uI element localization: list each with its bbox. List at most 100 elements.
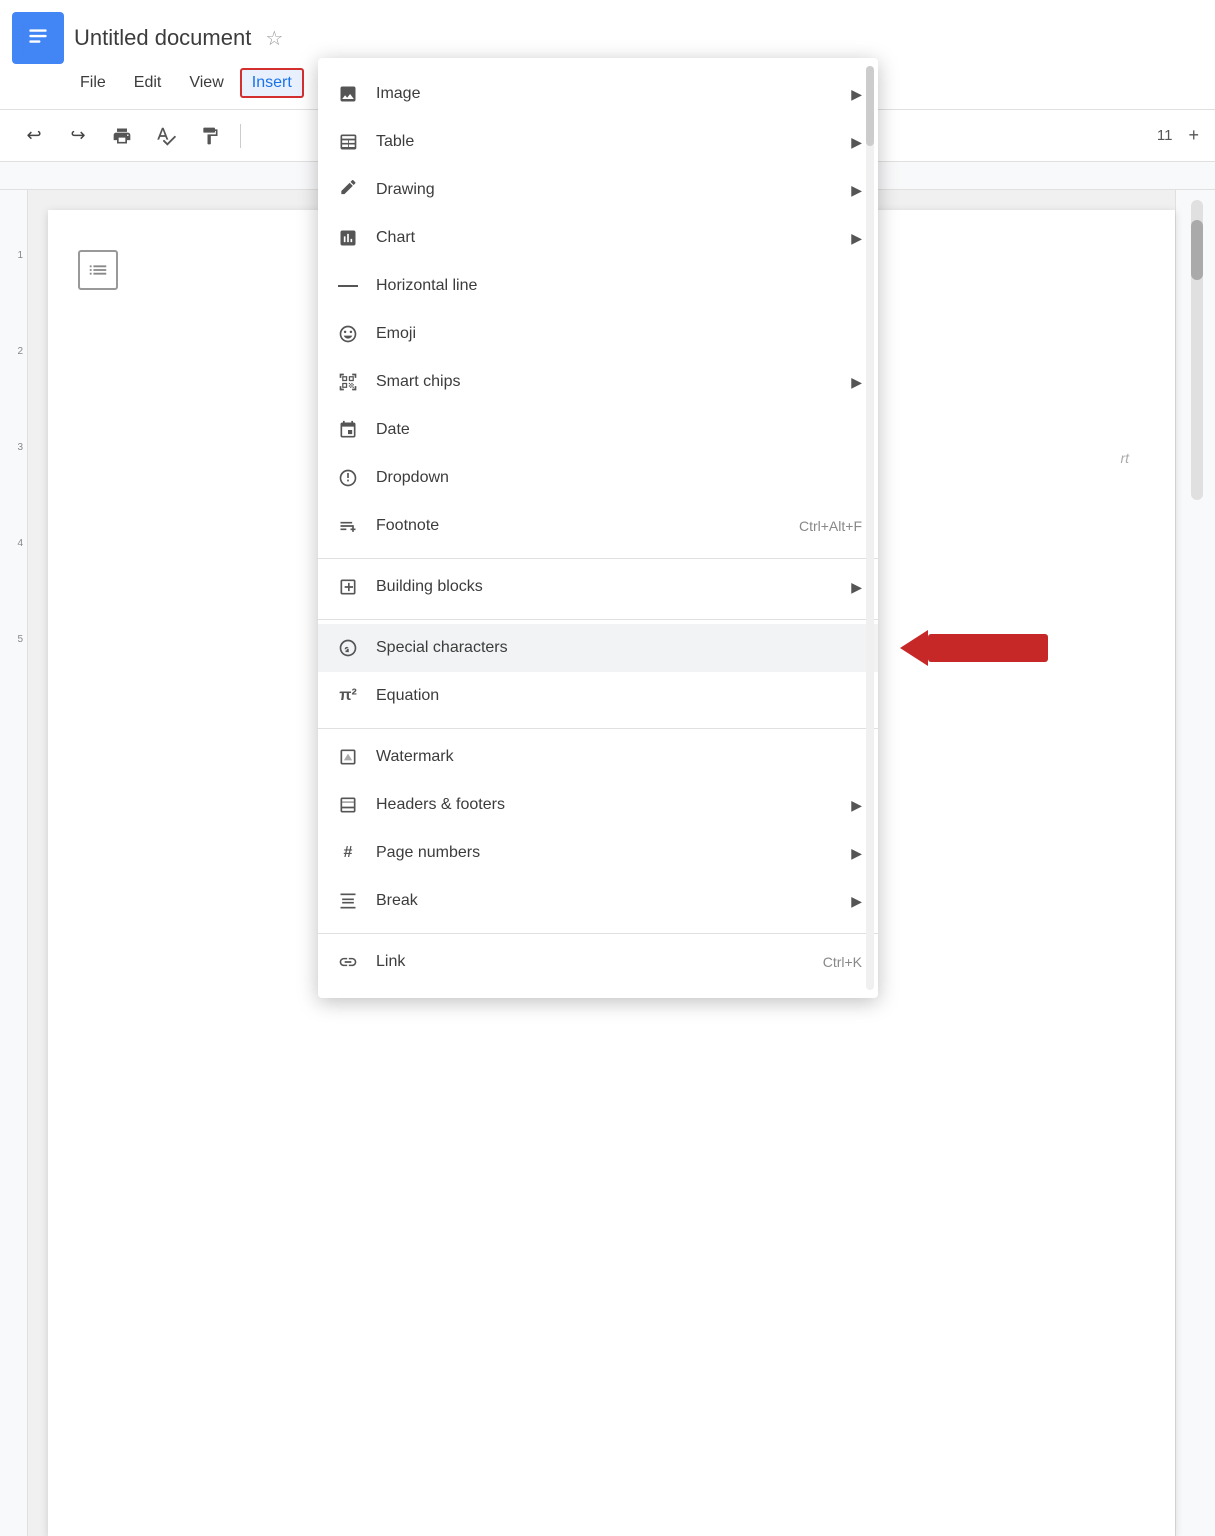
insert-footnote-item[interactable]: Footnote Ctrl+Alt+F: [318, 502, 878, 550]
link-shortcut: Ctrl+K: [823, 954, 862, 970]
scrollbar[interactable]: [1191, 200, 1203, 500]
horizontal-line-icon: [334, 272, 362, 300]
insert-watermark-item[interactable]: Watermark: [318, 733, 878, 781]
page-number-display: 11: [1157, 127, 1173, 144]
drawing-label: Drawing: [376, 181, 851, 199]
insert-image-item[interactable]: Image ▶: [318, 70, 878, 118]
annotation-arrow: [928, 634, 1048, 662]
ruler-mark-5: 5: [17, 634, 23, 645]
insert-table-item[interactable]: Table ▶: [318, 118, 878, 166]
footnote-label: Footnote: [376, 517, 799, 535]
image-label: Image: [376, 85, 851, 103]
rt-text: rt: [1120, 450, 1129, 466]
insert-equation-item[interactable]: π² Equation: [318, 672, 878, 720]
app-icon: [12, 12, 64, 64]
insert-menu-section-5: Link Ctrl+K: [318, 933, 878, 990]
headers-footers-label: Headers & footers: [376, 796, 851, 814]
image-icon: [334, 80, 362, 108]
right-panel: [1175, 190, 1215, 1536]
insert-link-item[interactable]: Link Ctrl+K: [318, 938, 878, 986]
date-label: Date: [376, 421, 862, 439]
spellcheck-button[interactable]: [148, 118, 184, 154]
insert-dropdown-menu: Image ▶ Table ▶ Drawing ▶ Chart ▶: [318, 58, 878, 998]
table-label: Table: [376, 133, 851, 151]
building-blocks-icon: [334, 573, 362, 601]
page-numbers-arrow: ▶: [851, 845, 862, 862]
insert-dropdown-item[interactable]: Dropdown: [318, 454, 878, 502]
dropdown-scrollbar-thumb[interactable]: [866, 66, 874, 146]
date-icon: [334, 416, 362, 444]
smart-chips-label: Smart chips: [376, 373, 851, 391]
left-ruler: 1 2 3 4 5: [0, 190, 28, 1536]
page-numbers-label: Page numbers: [376, 844, 851, 862]
watermark-icon: [334, 743, 362, 771]
dropdown-label: Dropdown: [376, 469, 862, 487]
building-blocks-arrow: ▶: [851, 579, 862, 596]
insert-date-item[interactable]: Date: [318, 406, 878, 454]
chart-arrow: ▶: [851, 230, 862, 247]
headers-footers-icon: [334, 791, 362, 819]
doc-content-icon: [78, 250, 118, 290]
ruler-mark-1: 1: [17, 250, 23, 261]
insert-building-blocks-item[interactable]: Building blocks ▶: [318, 563, 878, 611]
paint-format-button[interactable]: [192, 118, 228, 154]
insert-menu-section-2: Building blocks ▶: [318, 558, 878, 615]
watermark-label: Watermark: [376, 748, 862, 766]
undo-button[interactable]: ↩: [16, 118, 52, 154]
break-icon: [334, 887, 362, 915]
image-arrow: ▶: [851, 86, 862, 103]
drawing-icon: [334, 176, 362, 204]
emoji-label: Emoji: [376, 325, 862, 343]
insert-drawing-item[interactable]: Drawing ▶: [318, 166, 878, 214]
emoji-icon: [334, 320, 362, 348]
plus-button[interactable]: +: [1188, 125, 1199, 146]
link-icon: [334, 948, 362, 976]
headers-footers-arrow: ▶: [851, 797, 862, 814]
menu-edit[interactable]: Edit: [122, 68, 174, 98]
insert-menu-section-4: Watermark Headers & footers ▶ # Page num…: [318, 728, 878, 929]
insert-headers-footers-item[interactable]: Headers & footers ▶: [318, 781, 878, 829]
toolbar-divider: [240, 124, 241, 148]
page-numbers-icon: #: [334, 839, 362, 867]
horizontal-line-label: Horizontal line: [376, 277, 862, 295]
insert-page-numbers-item[interactable]: # Page numbers ▶: [318, 829, 878, 877]
arrow-body: [928, 634, 1048, 662]
redo-button[interactable]: ↪: [60, 118, 96, 154]
insert-smart-chips-item[interactable]: Smart chips ▶: [318, 358, 878, 406]
chart-label: Chart: [376, 229, 851, 247]
insert-special-characters-item[interactable]: Special characters: [318, 624, 878, 672]
insert-menu-section-3: Special characters π² Equation: [318, 619, 878, 724]
print-button[interactable]: [104, 118, 140, 154]
drawing-arrow: ▶: [851, 182, 862, 199]
link-label: Link: [376, 953, 823, 971]
footnote-icon: [334, 512, 362, 540]
menu-view[interactable]: View: [177, 68, 235, 98]
break-arrow: ▶: [851, 893, 862, 910]
special-characters-label: Special characters: [376, 639, 862, 657]
ruler-mark-4: 4: [17, 538, 23, 549]
insert-chart-item[interactable]: Chart ▶: [318, 214, 878, 262]
building-blocks-label: Building blocks: [376, 578, 851, 596]
special-chars-icon: [334, 634, 362, 662]
insert-menu-section-1: Image ▶ Table ▶ Drawing ▶ Chart ▶: [318, 66, 878, 554]
break-label: Break: [376, 892, 851, 910]
doc-title: Untitled document: [74, 25, 251, 51]
menu-file[interactable]: File: [68, 68, 118, 98]
smart-chips-arrow: ▶: [851, 374, 862, 391]
dropdown-icon: [334, 464, 362, 492]
insert-break-item[interactable]: Break ▶: [318, 877, 878, 925]
table-arrow: ▶: [851, 134, 862, 151]
scrollbar-thumb[interactable]: [1191, 220, 1203, 280]
ruler-mark-2: 2: [17, 346, 23, 357]
footnote-shortcut: Ctrl+Alt+F: [799, 518, 862, 534]
menu-insert[interactable]: Insert: [240, 68, 304, 98]
equation-label: Equation: [376, 687, 862, 705]
chart-icon: [334, 224, 362, 252]
insert-horizontal-line-item[interactable]: Horizontal line: [318, 262, 878, 310]
insert-emoji-item[interactable]: Emoji: [318, 310, 878, 358]
dropdown-scrollbar[interactable]: [866, 66, 874, 990]
smart-chips-icon: [334, 368, 362, 396]
star-icon[interactable]: ☆: [265, 26, 283, 51]
ruler-mark-3: 3: [17, 442, 23, 453]
table-icon: [334, 128, 362, 156]
